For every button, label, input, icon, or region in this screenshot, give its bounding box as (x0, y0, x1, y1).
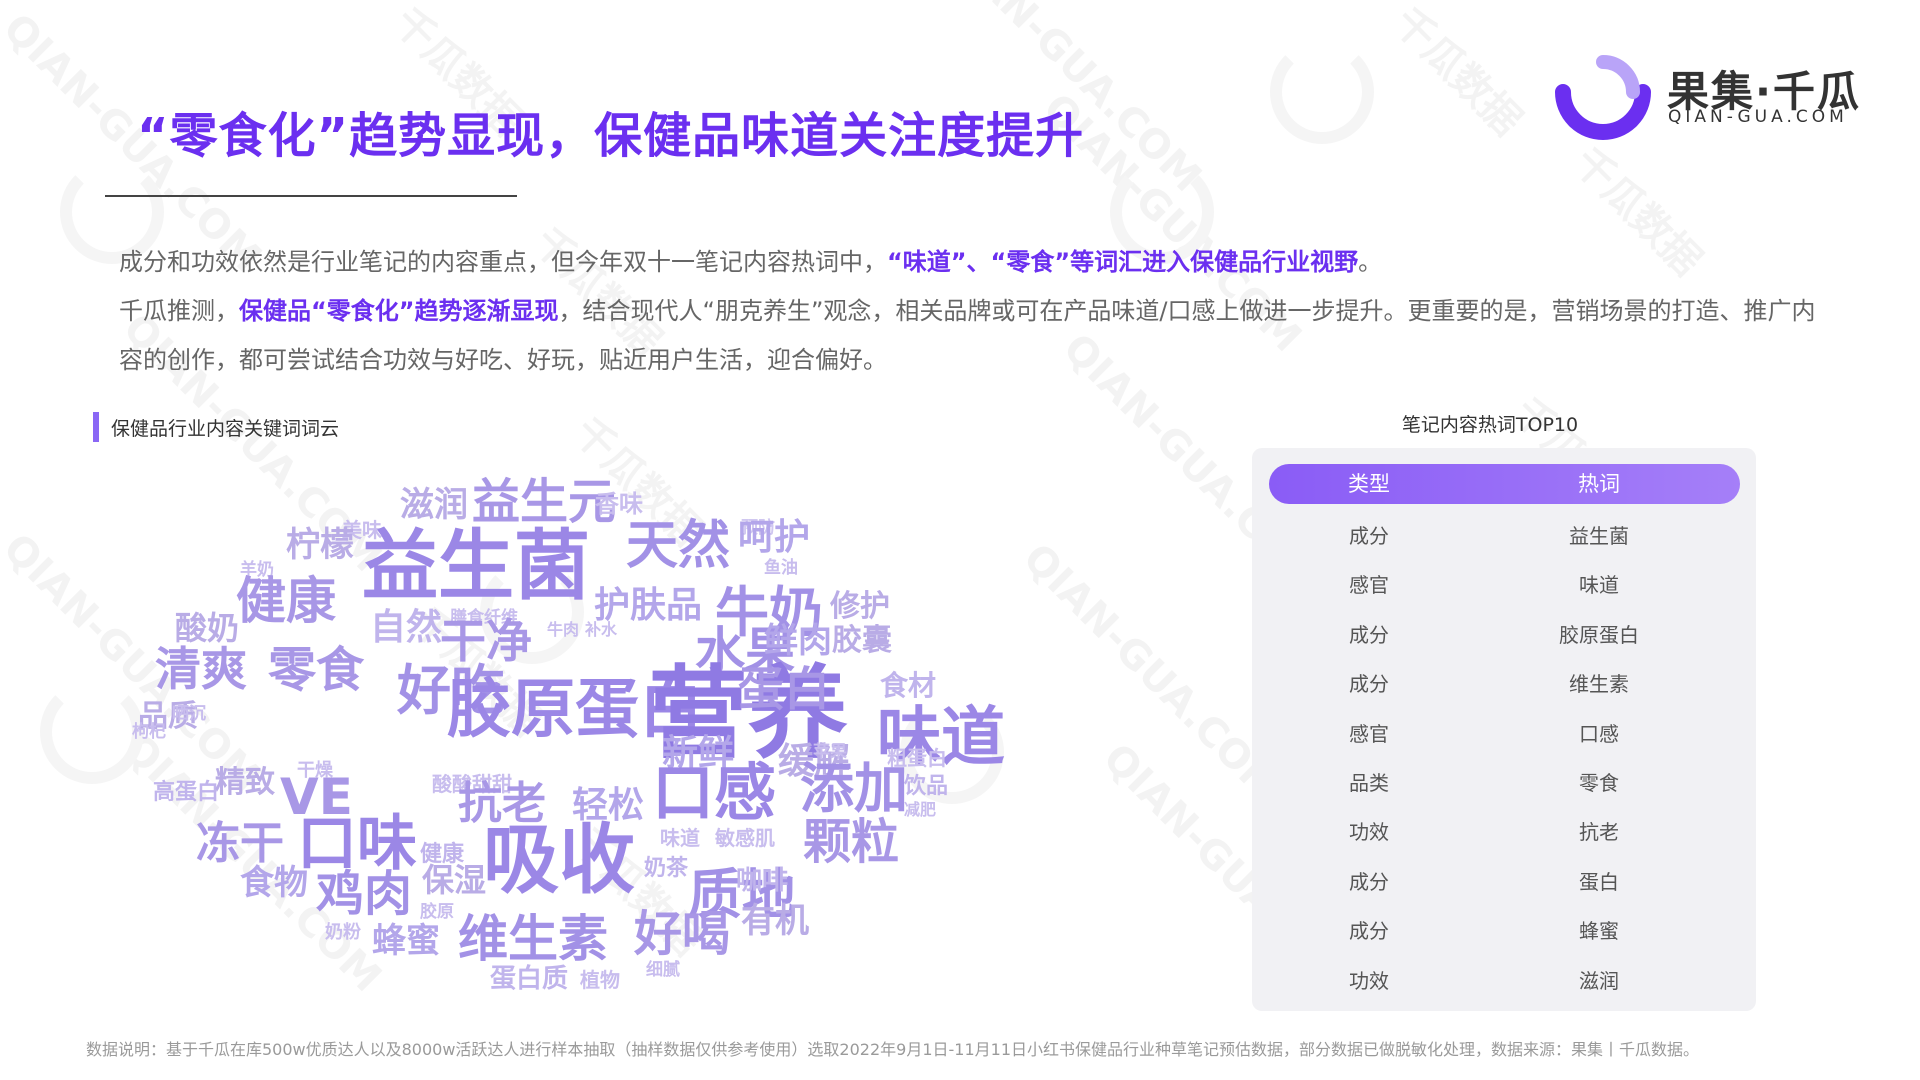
wordcloud-word: 修护 (830, 589, 890, 624)
table-row: 成分 维生素 (1269, 664, 1740, 704)
word-cloud: 滋润 益生元 香味 美味 预防 柠檬 益生菌 天然 呵护 羊奶 鱼油 健康 自然 膳食纤维 护肤品 牛奶 修护酸… (0, 0, 1005, 1000)
wordcloud-word: 香味 (595, 490, 643, 518)
wordcloud-word: 保湿 (422, 861, 487, 899)
wordcloud-word: 胶原 (420, 902, 454, 922)
footnote: 数据说明：基于千瓜在库500w优质达人以及8000w活跃达人进行样本抽取（抽样数… (86, 1040, 1700, 1059)
wordcloud-word: 食物 (240, 863, 308, 903)
wordcloud-word: 干净 (440, 614, 532, 668)
table-cell-hotword: 味道 (1579, 573, 1619, 598)
table-cell-hotword: 维生素 (1569, 672, 1629, 697)
wordcloud-word: 敏感肌 (715, 826, 775, 850)
wordcloud-word: 精致 (215, 765, 275, 800)
table-cell-type: 成分 (1349, 672, 1389, 697)
wordcloud-word: 益生菌 (362, 521, 590, 610)
table-cell-hotword: 滋润 (1579, 968, 1619, 993)
wordcloud-word: 细腻 (646, 960, 680, 980)
wordcloud-word: 高蛋白 (153, 780, 220, 805)
wordcloud-word: 口味 (297, 809, 417, 879)
table-cell-type: 品类 (1349, 771, 1389, 795)
wordcloud-word: 好喝 (634, 906, 731, 962)
table-cell-type: 功效 (1349, 968, 1389, 993)
wordcloud-word: 奶茶 (644, 856, 689, 881)
table-row: 成分 蜂蜜 (1269, 911, 1740, 951)
table-row: 感官 味道 (1269, 565, 1740, 605)
table-cell-type: 功效 (1349, 820, 1389, 845)
table-row: 品类 零食 (1269, 763, 1740, 803)
wordcloud-word: 干燥 (297, 760, 333, 781)
table-cell-hotword: 胶原蛋白 (1559, 622, 1639, 647)
wordcloud-word: 补水 (585, 620, 618, 639)
wordcloud-word: 植物 (580, 968, 620, 992)
wordcloud-word: 鲜肉 (764, 621, 832, 661)
table-cell-type: 成分 (1349, 869, 1389, 894)
table-cell-type: 感官 (1349, 573, 1389, 598)
wordcloud-word: 颗粒 (803, 814, 900, 870)
brand-logo: 果集·千瓜 QIAN-GUA.COM (1555, 52, 1875, 142)
wordcloud-word: 护肤品 (594, 585, 703, 626)
watermark-logo-icon (1270, 40, 1374, 144)
table-title: 笔记内容热词TOP10 (1401, 414, 1579, 436)
wordcloud-word: 健康 (236, 572, 336, 630)
wordcloud-word: 滋润 (400, 485, 468, 525)
wordcloud-word: 清爽 (155, 642, 247, 696)
table-header-hotword: 热词 (1578, 472, 1620, 496)
paragraph-1-end: 。 (1358, 248, 1383, 276)
table-cell-hotword: 益生菌 (1569, 524, 1629, 548)
wordcloud-word: 胶囊 (832, 623, 892, 658)
table-header-row: 类型 热词 (1269, 464, 1740, 504)
wordcloud-word: 有机 (741, 901, 809, 941)
wordcloud-word: 鸡肉 (316, 866, 413, 922)
table-cell-hotword: 零食 (1579, 771, 1619, 795)
table-row: 功效 滋润 (1269, 961, 1740, 1001)
wordcloud-word: 蜂蜜 (372, 921, 440, 961)
wordcloud-word: 奶粉 (325, 922, 361, 943)
wordcloud-word: 味道 (660, 826, 700, 850)
wordcloud-word: 酸奶 (175, 609, 240, 647)
wordcloud-word: 自然 (370, 607, 443, 648)
watermark-text: QIAN-GUA.COM (1014, 535, 1290, 811)
wordcloud-word: 呵护 (738, 517, 811, 558)
table-row: 成分 蛋白 (1269, 862, 1740, 902)
wordcloud-word: 晒沉 (172, 704, 206, 724)
logo-mark-icon (1555, 55, 1651, 140)
logo-text-en: QIAN-GUA.COM (1668, 107, 1848, 127)
table-cell-type: 成分 (1349, 524, 1389, 548)
table-row: 感官 口感 (1269, 714, 1740, 754)
wordcloud-word: 减肥 (904, 800, 937, 819)
wordcloud-word: 蛋白 (738, 662, 830, 716)
table-cell-type: 感官 (1349, 721, 1389, 746)
wordcloud-word: 口感 (652, 756, 777, 829)
wordcloud-word: 天然 (626, 516, 731, 576)
table-row: 成分 胶原蛋白 (1269, 615, 1740, 655)
wordcloud-word: 柠檬 (286, 525, 354, 565)
table-cell-hotword: 抗老 (1579, 820, 1619, 845)
table-cell-hotword: 口感 (1579, 721, 1619, 746)
wordcloud-word: 饮品 (904, 774, 949, 799)
wordcloud-word: 蛋白质 (490, 964, 569, 994)
table-header-type: 类型 (1348, 472, 1390, 496)
table-cell-hotword: 蜂蜜 (1579, 919, 1619, 944)
wordcloud-word: 鱼油 (764, 558, 798, 578)
wordcloud-word: 咖啡 (736, 866, 789, 896)
table-row: 成分 益生菌 (1269, 516, 1740, 556)
wordcloud-word: 零食 (268, 642, 365, 698)
table-row: 功效 抗老 (1269, 812, 1740, 852)
table-cell-type: 成分 (1349, 622, 1389, 647)
wordcloud-word: 食材 (880, 669, 937, 702)
table-cell-type: 成分 (1349, 919, 1389, 944)
wordcloud-word: 牛肉 (547, 620, 580, 639)
wordcloud-word: 维生素 (458, 910, 608, 968)
wordcloud-word: 枸杞 (132, 722, 166, 742)
table-cell-hotword: 蛋白 (1579, 869, 1619, 894)
wordcloud-word: 冻干 (196, 818, 284, 869)
wordcloud-word: 添加 (800, 757, 908, 820)
wordcloud-word: 吸收 (483, 815, 635, 904)
watermark-text: 千瓜数据 (1384, 0, 1531, 145)
